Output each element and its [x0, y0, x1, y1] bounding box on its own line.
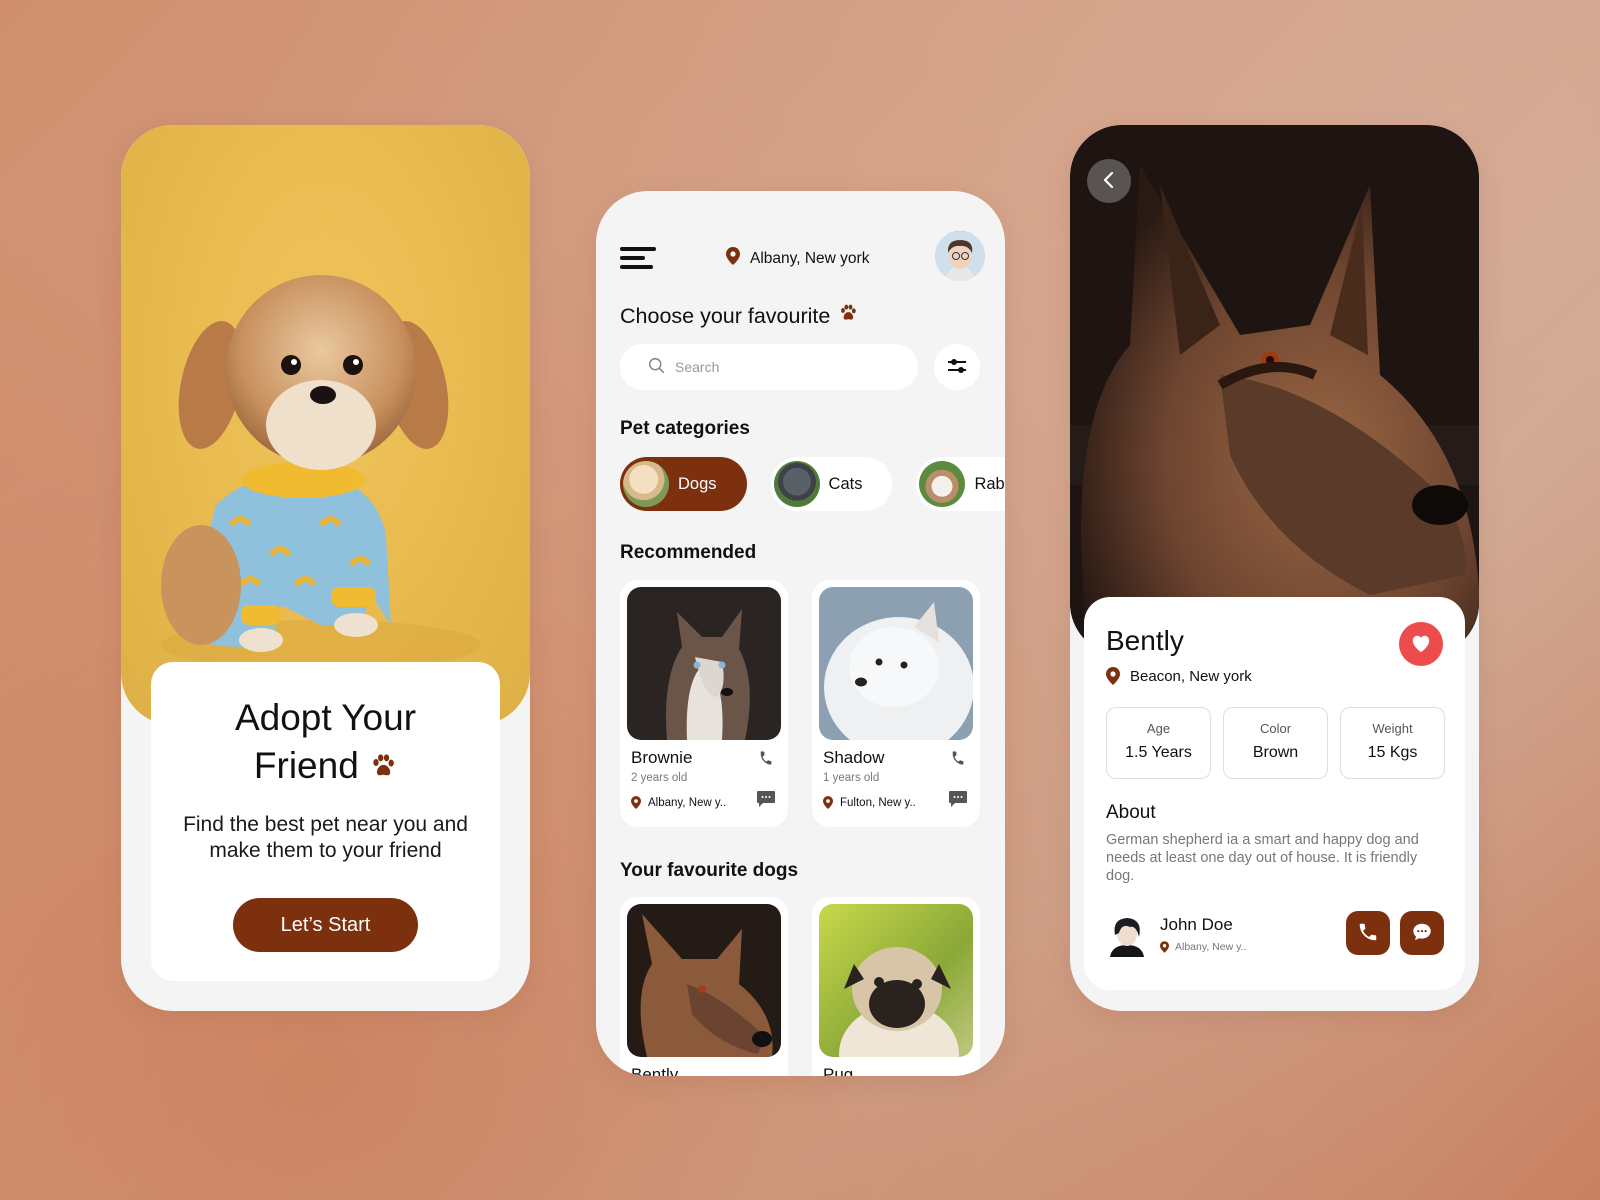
chat-bubble-icon — [1411, 921, 1433, 946]
search-icon — [648, 357, 665, 377]
pet-card[interactable]: Pug — [812, 897, 980, 1076]
favorite-button[interactable] — [1399, 622, 1443, 666]
owner-name: John Doe — [1160, 915, 1233, 934]
home-heading-text: Choose your favourite — [620, 303, 831, 328]
chevron-left-icon — [1102, 170, 1116, 193]
search-input[interactable] — [675, 359, 875, 375]
pet-location: Beacon, New york — [1106, 667, 1252, 685]
stat-label: Color — [1259, 721, 1292, 736]
pet-location: Albany, New y.. — [631, 796, 726, 809]
category-label: Dogs — [678, 474, 717, 493]
recommended-list: Brownie 2 years old Albany, New y.. Shad… — [620, 580, 980, 827]
pet-age: 1 years old — [823, 772, 880, 784]
detail-screen: Bently Beacon, New york Age 1.5 Years Co… — [1070, 125, 1479, 1011]
current-location[interactable]: Albany, New york — [726, 247, 869, 270]
filter-button[interactable] — [934, 344, 980, 390]
pet-name: Brownie — [631, 748, 693, 767]
top-bar: Albany, New york — [620, 231, 985, 285]
phone-icon — [1357, 921, 1379, 946]
call-owner-button[interactable] — [1346, 911, 1390, 955]
pet-name: Pug — [823, 1065, 854, 1076]
pet-name: Bently — [1106, 625, 1184, 656]
owner-avatar — [1106, 913, 1148, 957]
pet-stats: Age 1.5 Years Color Brown Weight 15 Kgs — [1106, 707, 1445, 779]
onboarding-screen: Adopt Your Friend Find the best pet near… — [121, 125, 530, 1011]
stat-value: 1.5 Years — [1125, 744, 1192, 761]
rabbit-thumbnail — [919, 461, 966, 507]
onboarding-subtitle: Find the best pet near you and make them… — [183, 813, 468, 863]
map-pin-icon — [726, 247, 740, 270]
back-button[interactable] — [1087, 159, 1131, 203]
pet-card[interactable]: Brownie 2 years old Albany, New y.. — [620, 580, 788, 827]
pug-photo — [819, 904, 973, 1057]
pet-detail-card: Bently Beacon, New york Age 1.5 Years Co… — [1084, 597, 1465, 990]
paw-icon — [838, 303, 858, 329]
title-line-1: Adopt Your — [234, 697, 417, 738]
stat-age: Age 1.5 Years — [1106, 707, 1211, 779]
stat-value: Brown — [1252, 744, 1299, 761]
owner-location-text: Albany, New y.. — [1175, 941, 1247, 953]
dog-photo — [161, 275, 481, 670]
onboarding-card: Adopt Your Friend Find the best pet near… — [151, 662, 500, 981]
favourite-list: Bently Pug — [620, 897, 980, 1076]
hero-image — [121, 125, 530, 725]
onboarding-title: Adopt Your Friend — [151, 694, 500, 792]
pet-location-text: Beacon, New york — [1130, 667, 1252, 685]
location-label: Albany, New york — [750, 249, 870, 267]
title-line-2-text: Friend — [253, 745, 359, 786]
home-heading: Choose your favourite — [620, 303, 858, 329]
pet-location-text: Fulton, New y.. — [840, 796, 916, 809]
map-pin-icon — [631, 796, 641, 809]
pet-name: Shadow — [823, 748, 885, 767]
husky-photo — [627, 587, 781, 740]
shepherd-photo — [1070, 125, 1479, 655]
heart-icon — [1410, 633, 1432, 656]
stat-label: Weight — [1372, 721, 1413, 736]
about-title: About — [1106, 802, 1156, 823]
owner-location: Albany, New y.. — [1160, 941, 1246, 953]
map-pin-icon — [1160, 941, 1169, 953]
category-label: Cats — [828, 474, 863, 493]
pet-name: Bently — [631, 1065, 679, 1076]
pet-categories-title: Pet categories — [620, 418, 750, 439]
category-label: Rabbit — [974, 474, 1005, 493]
user-avatar[interactable] — [935, 231, 985, 281]
lets-start-button[interactable]: Let’s Start — [233, 898, 418, 953]
category-cats[interactable]: Cats — [770, 457, 893, 511]
stat-value: 15 Kgs — [1367, 744, 1418, 761]
shepherd-photo — [627, 904, 781, 1057]
phone-icon[interactable] — [950, 748, 966, 773]
map-pin-icon — [823, 796, 833, 809]
stat-label: Age — [1146, 721, 1171, 736]
recommended-title: Recommended — [620, 542, 757, 563]
paw-icon — [369, 744, 397, 792]
category-dogs[interactable]: Dogs — [620, 457, 747, 511]
stat-color: Color Brown — [1223, 707, 1328, 779]
stat-weight: Weight 15 Kgs — [1340, 707, 1445, 779]
hamburger-menu-icon[interactable] — [620, 247, 656, 271]
spitz-photo — [819, 587, 973, 740]
sliders-icon — [946, 356, 968, 379]
phone-icon[interactable] — [758, 748, 774, 773]
about-text: German shepherd ia a smart and happy dog… — [1106, 832, 1419, 884]
chat-icon[interactable] — [948, 790, 968, 813]
category-rabbit[interactable]: Rabbit — [916, 457, 1005, 511]
title-line-2: Friend — [151, 742, 500, 792]
chat-icon[interactable] — [756, 790, 776, 813]
search-bar[interactable] — [620, 344, 918, 390]
pet-location: Fulton, New y.. — [823, 796, 916, 809]
pet-location-text: Albany, New y.. — [648, 796, 727, 809]
map-pin-icon — [1106, 667, 1120, 685]
dog-hero-photo — [1070, 125, 1479, 655]
pet-age: 2 years old — [631, 772, 688, 784]
home-screen: Albany, New york Choose your favourite S… — [596, 191, 1005, 1076]
pet-card[interactable]: Shadow 1 years old Fulton, New y.. — [812, 580, 980, 827]
cat-thumbnail — [773, 461, 820, 507]
dog-thumbnail — [623, 461, 669, 507]
category-list: Dogs Cats Rabbit — [620, 457, 1005, 511]
pet-card[interactable]: Bently — [620, 897, 788, 1076]
message-owner-button[interactable] — [1400, 911, 1444, 955]
favourite-dogs-title: Your favourite dogs — [620, 860, 799, 881]
